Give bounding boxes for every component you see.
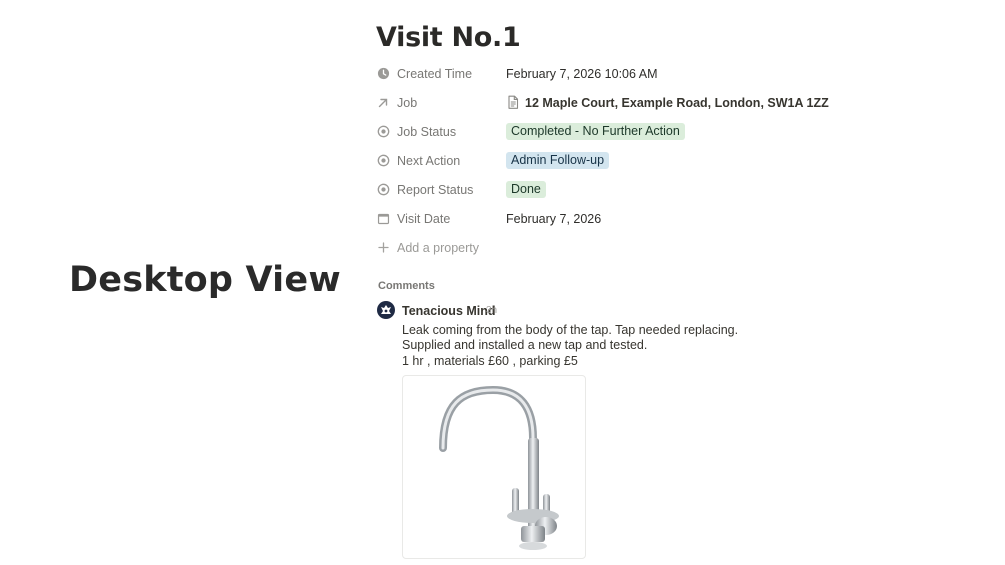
status-badge: Completed - No Further Action — [506, 123, 685, 140]
comment-line: 1 hr , materials £60 , parking £5 — [402, 353, 578, 368]
property-next-action[interactable]: Next Action Admin Follow-up — [376, 146, 976, 175]
clock-icon — [376, 67, 390, 81]
label-text: Add a property — [397, 240, 479, 255]
calendar-icon — [376, 212, 390, 226]
property-label-job: Job — [376, 96, 506, 110]
next-action-value[interactable]: Admin Follow-up — [506, 152, 610, 169]
status-icon — [376, 125, 390, 139]
comment-line: Leak coming from the body of the tap. Ta… — [402, 323, 739, 337]
property-report-status[interactable]: Report Status Done — [376, 175, 976, 204]
property-label-created-time: Created Time — [376, 67, 506, 81]
status-badge: Done — [506, 181, 546, 198]
comments-header: Comments — [378, 280, 435, 292]
property-label-next-action: Next Action — [376, 154, 506, 168]
job-status-value[interactable]: Completed - No Further Action — [506, 123, 685, 140]
page-title[interactable]: Visit No.1 — [376, 22, 521, 53]
comment-attachment-image[interactable] — [402, 375, 586, 559]
property-created-time[interactable]: Created Time February 7, 2026 10:06 AM — [376, 59, 976, 88]
label-text: Job — [397, 95, 418, 110]
comment-body: Leak coming from the body of the tap. Ta… — [402, 323, 738, 369]
property-label-job-status: Job Status — [376, 125, 506, 139]
add-property-button[interactable]: Add a property — [376, 233, 976, 262]
label-text: Job Status — [397, 124, 457, 139]
comment-line: Supplied and installed a new tap and tes… — [402, 338, 648, 353]
status-icon — [376, 183, 390, 197]
label-text: Report Status — [397, 182, 474, 197]
avatar[interactable] — [377, 301, 395, 319]
status-icon — [376, 154, 390, 168]
property-label-report-status: Report Status — [376, 183, 506, 197]
status-badge: Admin Follow-up — [506, 152, 610, 169]
created-time-value: February 7, 2026 10:06 AM — [506, 66, 658, 81]
comment-timestamp: 3h — [486, 305, 498, 316]
property-visit-date[interactable]: Visit Date February 7, 2026 — [376, 204, 976, 233]
document-icon — [506, 95, 520, 110]
visit-date-value: February 7, 2026 — [506, 211, 602, 226]
plus-icon — [376, 241, 390, 255]
property-job[interactable]: Job 12 Maple Court, Example Road, London… — [376, 88, 976, 117]
report-status-value[interactable]: Done — [506, 181, 546, 198]
property-job-status[interactable]: Job Status Completed - No Further Action — [376, 117, 976, 146]
label-text: Next Action — [397, 153, 461, 168]
tap-image — [439, 385, 559, 550]
label-text: Visit Date — [397, 211, 451, 226]
job-link[interactable]: 12 Maple Court, Example Road, London, SW… — [525, 96, 829, 110]
add-property-label: Add a property — [376, 241, 506, 255]
job-value[interactable]: 12 Maple Court, Example Road, London, SW… — [506, 95, 829, 110]
label-text: Created Time — [397, 66, 473, 81]
properties-list: Created Time February 7, 2026 10:06 AM J… — [376, 59, 976, 262]
arrow-up-right-icon — [376, 96, 390, 110]
property-label-visit-date: Visit Date — [376, 212, 506, 226]
desktop-view-caption: Desktop View — [69, 260, 341, 300]
comment-author[interactable]: Tenacious Mind — [402, 304, 496, 318]
